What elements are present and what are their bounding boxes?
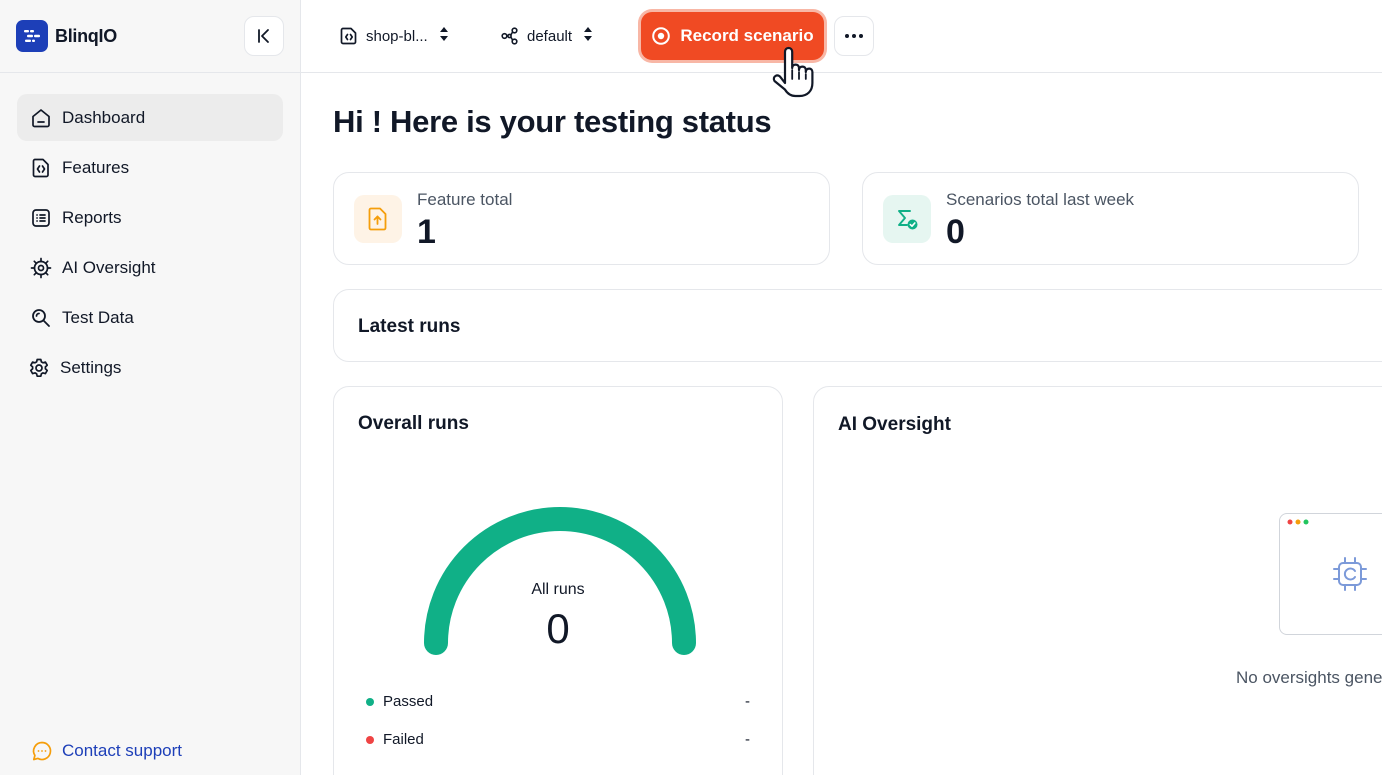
environment-selector[interactable]: default [500,22,594,50]
sidebar-item-reports[interactable]: Reports [17,194,283,241]
sidebar-item-label: Features [62,157,130,177]
ai-chip-icon [1333,557,1367,591]
legend-passed-value: - [745,693,750,710]
sidebar: BlinqIO Dashboard Features Reports AI Ov… [0,0,301,775]
sidebar-item-label: Test Data [62,307,134,327]
project-file-icon [339,26,359,46]
overall-runs-title: Overall runs [358,413,469,434]
gear-icon [28,357,50,379]
ai-chip-icon [30,257,52,279]
legend-passed-label: Passed [383,693,434,710]
sidebar-nav: Dashboard Features Reports AI Oversight … [17,94,283,394]
sidebar-item-label: Settings [60,357,122,377]
empty-window-illustration [1279,513,1382,635]
more-options-button[interactable] [834,16,874,56]
feature-upload-icon [354,195,402,243]
legend-passed: Passed - [366,693,750,710]
feature-total-card[interactable]: Feature total 1 [333,172,830,265]
gauge-label: All runs [531,581,585,598]
window-dots-icon [1287,519,1309,525]
environment-nodes-icon [500,26,520,46]
contact-support-link[interactable]: Contact support [31,740,182,762]
sort-arrows-icon [438,25,450,47]
sidebar-item-dashboard[interactable]: Dashboard [17,94,283,141]
oversight-empty-text: No oversights gene [1236,668,1382,687]
latest-runs-title: Latest runs [358,316,461,337]
brand-name: BlinqIO [55,26,117,46]
brand-row: BlinqIO [0,0,300,73]
sidebar-item-test-data[interactable]: Test Data [17,294,283,341]
feature-file-icon [30,157,52,179]
sidebar-item-features[interactable]: Features [17,144,283,191]
collapse-sidebar-button[interactable] [244,16,284,56]
page-title: Hi ! Here is your testing status [333,104,772,139]
scenario-sigma-check-icon [883,195,931,243]
project-selector[interactable]: shop-bl... [339,22,450,50]
collapse-left-icon [258,29,269,43]
reports-list-icon [30,207,52,229]
more-dots-icon [845,34,863,38]
hand-pointer-cursor-icon [772,46,814,98]
scenarios-total-card[interactable]: Scenarios total last week 0 [862,172,1359,265]
environment-name: default [527,27,573,45]
legend-failed: Failed - [366,731,750,748]
contact-support-label: Contact support [62,741,183,760]
sidebar-item-label: Dashboard [62,107,146,127]
sidebar-item-ai-oversight[interactable]: AI Oversight [17,244,283,291]
record-icon [651,26,671,46]
sidebar-item-label: Reports [62,207,122,227]
sort-arrows-icon [582,25,594,47]
top-bar: shop-bl... default Record scenario [301,0,1382,98]
feature-total-value: 1 [417,213,436,251]
sidebar-item-settings[interactable]: Settings [17,344,283,391]
chat-bubble-icon [31,740,53,762]
failed-dot-icon [366,735,374,744]
home-icon [30,107,52,129]
ai-oversight-title: AI Oversight [838,414,951,435]
project-name: shop-bl... [366,27,428,45]
record-scenario-label: Record scenario [680,26,814,45]
overall-runs-card: Overall runs All runs 0 Passed - Failed … [333,386,783,775]
sidebar-item-label: AI Oversight [62,257,156,277]
feature-total-label: Feature total [417,190,513,209]
latest-runs-card[interactable]: Latest runs [333,289,1382,362]
blinqio-logo-icon[interactable] [16,20,48,52]
gauge-value: 0 [546,605,570,652]
passed-dot-icon [366,697,374,706]
search-data-icon [30,307,52,329]
legend-failed-label: Failed [383,731,424,748]
legend-failed-value: - [745,731,750,748]
scenarios-total-value: 0 [946,213,965,251]
scenarios-total-label: Scenarios total last week [946,190,1135,209]
ai-oversight-card: AI Oversight No oversights gene [813,386,1382,775]
